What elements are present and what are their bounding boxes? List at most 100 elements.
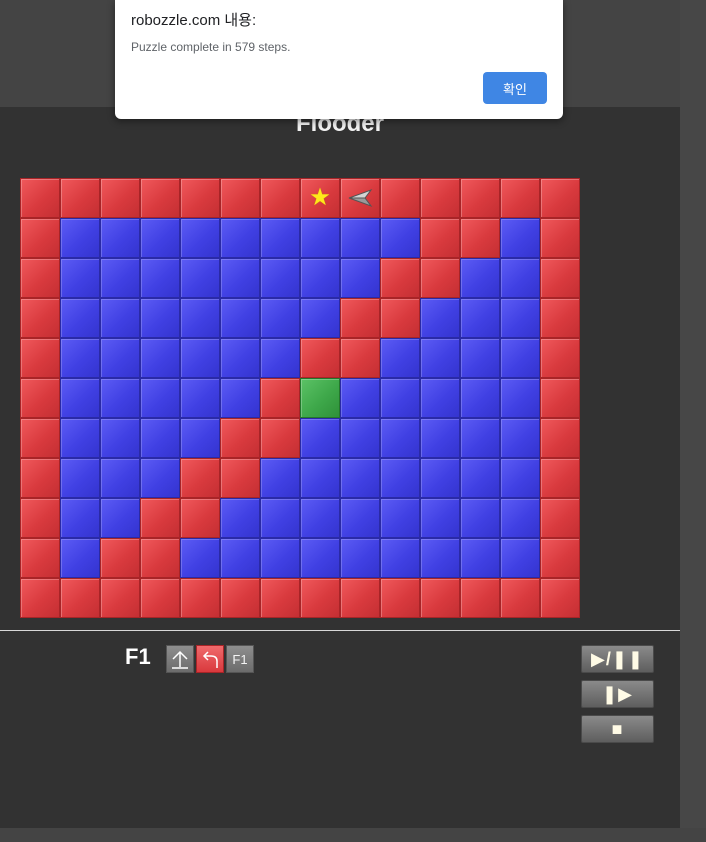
board-cell — [500, 298, 540, 338]
stop-button[interactable]: ■ — [581, 715, 654, 743]
board-cell — [100, 538, 140, 578]
board-cell — [420, 578, 460, 618]
board-cell — [540, 218, 580, 258]
scrollbar-area — [680, 0, 706, 842]
board-cell — [300, 418, 340, 458]
play-pause-button[interactable]: ▶/❚❚ — [581, 645, 654, 673]
board-cell — [300, 378, 340, 418]
board-cell — [300, 538, 340, 578]
board-cell — [380, 378, 420, 418]
board-cell — [260, 338, 300, 378]
board-cell — [100, 378, 140, 418]
board-cell — [500, 258, 540, 298]
board-cell — [340, 338, 380, 378]
board-cell — [140, 378, 180, 418]
board-cell — [60, 218, 100, 258]
board-cell — [140, 498, 180, 538]
dialog-message: Puzzle complete in 579 steps. — [131, 40, 291, 54]
board-cell — [380, 218, 420, 258]
instruction-slot-forward[interactable] — [166, 645, 194, 673]
board-cell — [220, 538, 260, 578]
board-cell — [100, 498, 140, 538]
board-cell — [340, 218, 380, 258]
board-cell — [20, 218, 60, 258]
board-cell — [460, 498, 500, 538]
board-cell — [180, 418, 220, 458]
board-cell — [140, 538, 180, 578]
board-cell — [260, 418, 300, 458]
board-cell — [540, 418, 580, 458]
dialog-title: robozzle.com 내용: — [131, 12, 257, 29]
board-cell — [60, 458, 100, 498]
board-cell — [60, 418, 100, 458]
board-cell — [260, 298, 300, 338]
board-cell — [180, 578, 220, 618]
board-cell — [180, 178, 220, 218]
board-cell — [500, 178, 540, 218]
board-cell — [500, 218, 540, 258]
instruction-slot-turn-left[interactable] — [196, 645, 224, 673]
board-cell — [500, 578, 540, 618]
board-cell — [420, 298, 460, 338]
turn-left-icon — [202, 651, 218, 668]
board-cell — [100, 258, 140, 298]
board-cell — [20, 538, 60, 578]
board-cell — [220, 498, 260, 538]
board-cell — [220, 258, 260, 298]
step-button[interactable]: ❚▶ — [581, 680, 654, 708]
board-cell — [300, 298, 340, 338]
board-cell — [140, 578, 180, 618]
board-cell — [100, 178, 140, 218]
board-cell — [60, 498, 100, 538]
board-cell — [220, 338, 260, 378]
board-cell — [380, 338, 420, 378]
board-cell — [460, 298, 500, 338]
board-cell — [540, 458, 580, 498]
board-cell — [460, 218, 500, 258]
board-cell — [60, 538, 100, 578]
board-cell — [460, 418, 500, 458]
board-cell — [500, 538, 540, 578]
board-cell — [20, 338, 60, 378]
board-cell — [540, 578, 580, 618]
divider — [0, 630, 680, 631]
instruction-slot-call-f1[interactable]: F1 — [226, 645, 254, 673]
board-cell: ★ — [300, 178, 340, 218]
board-cell — [180, 258, 220, 298]
board-cell — [140, 218, 180, 258]
alert-dialog: robozzle.com 내용: Puzzle complete in 579 … — [115, 0, 563, 119]
board-cell — [20, 378, 60, 418]
board-cell — [300, 458, 340, 498]
board-cell — [100, 578, 140, 618]
board-cell — [20, 498, 60, 538]
board-cell — [260, 458, 300, 498]
board-cell — [60, 578, 100, 618]
board-cell — [220, 458, 260, 498]
ok-button[interactable]: 확인 — [483, 72, 547, 104]
board-cell — [140, 458, 180, 498]
board-cell — [180, 458, 220, 498]
board-cell — [460, 378, 500, 418]
board-cell — [420, 338, 460, 378]
board-cell — [100, 338, 140, 378]
board-cell — [460, 258, 500, 298]
board-cell — [300, 218, 340, 258]
board-cell — [380, 458, 420, 498]
board-cell — [460, 538, 500, 578]
board-cell — [380, 178, 420, 218]
board-cell — [260, 178, 300, 218]
board-cell — [340, 418, 380, 458]
board-cell — [420, 218, 460, 258]
board-cell — [500, 378, 540, 418]
board-cell — [180, 298, 220, 338]
board-cell — [500, 338, 540, 378]
board-cell — [260, 538, 300, 578]
star-icon: ★ — [309, 184, 331, 211]
board-cell — [180, 378, 220, 418]
board-cell — [140, 178, 180, 218]
board-cell — [340, 298, 380, 338]
board-cell — [460, 178, 500, 218]
board-cell — [220, 178, 260, 218]
board-cell — [20, 258, 60, 298]
board-cell — [60, 378, 100, 418]
